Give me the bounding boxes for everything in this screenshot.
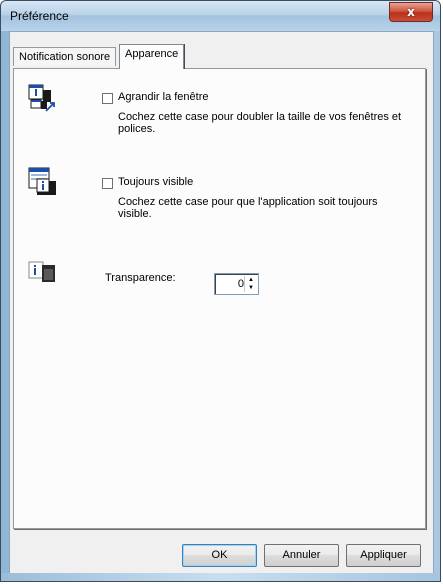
apply-button[interactable]: Appliquer [346,544,421,567]
ok-button[interactable]: OK [182,544,257,567]
tab-apparence[interactable]: Apparence [119,44,185,69]
spin-up-icon[interactable]: ▲ [245,276,257,284]
close-icon: x [407,5,415,19]
title-bar[interactable]: Préférence x [1,1,440,31]
window-title: Préférence [10,9,69,23]
window-bottom-border [1,573,440,581]
spinner-arrows[interactable]: ▲ ▼ [244,276,257,292]
transparency-spinner[interactable]: 0 ▲ ▼ [214,273,259,295]
enlarge-description: Cochez cette case pour doubler la taille… [118,111,402,135]
always-visible-description: Cochez cette case pour que l'application… [118,196,378,220]
preference-window: Préférence x Notification sonore Apparen… [0,0,441,582]
enlarge-checkbox[interactable] [102,93,113,104]
tab-notification-sonore[interactable]: Notification sonore [13,47,117,66]
transparency-icon [28,261,55,282]
close-button[interactable]: x [389,2,433,22]
always-visible-label[interactable]: Toujours visible [118,176,193,188]
cancel-button[interactable]: Annuler [264,544,339,567]
spin-down-icon[interactable]: ▼ [245,284,257,292]
enlarge-label[interactable]: Agrandir la fenêtre [118,91,209,103]
dialog-body: Notification sonore Apparence Agrandir l… [9,31,434,575]
always-visible-checkbox[interactable] [102,178,113,189]
transparency-label: Transparence: [105,272,176,284]
always-on-top-icon [28,167,56,195]
apparence-panel: Agrandir la fenêtre Cochez cette case po… [13,68,426,529]
enlarge-window-icon [28,84,55,112]
